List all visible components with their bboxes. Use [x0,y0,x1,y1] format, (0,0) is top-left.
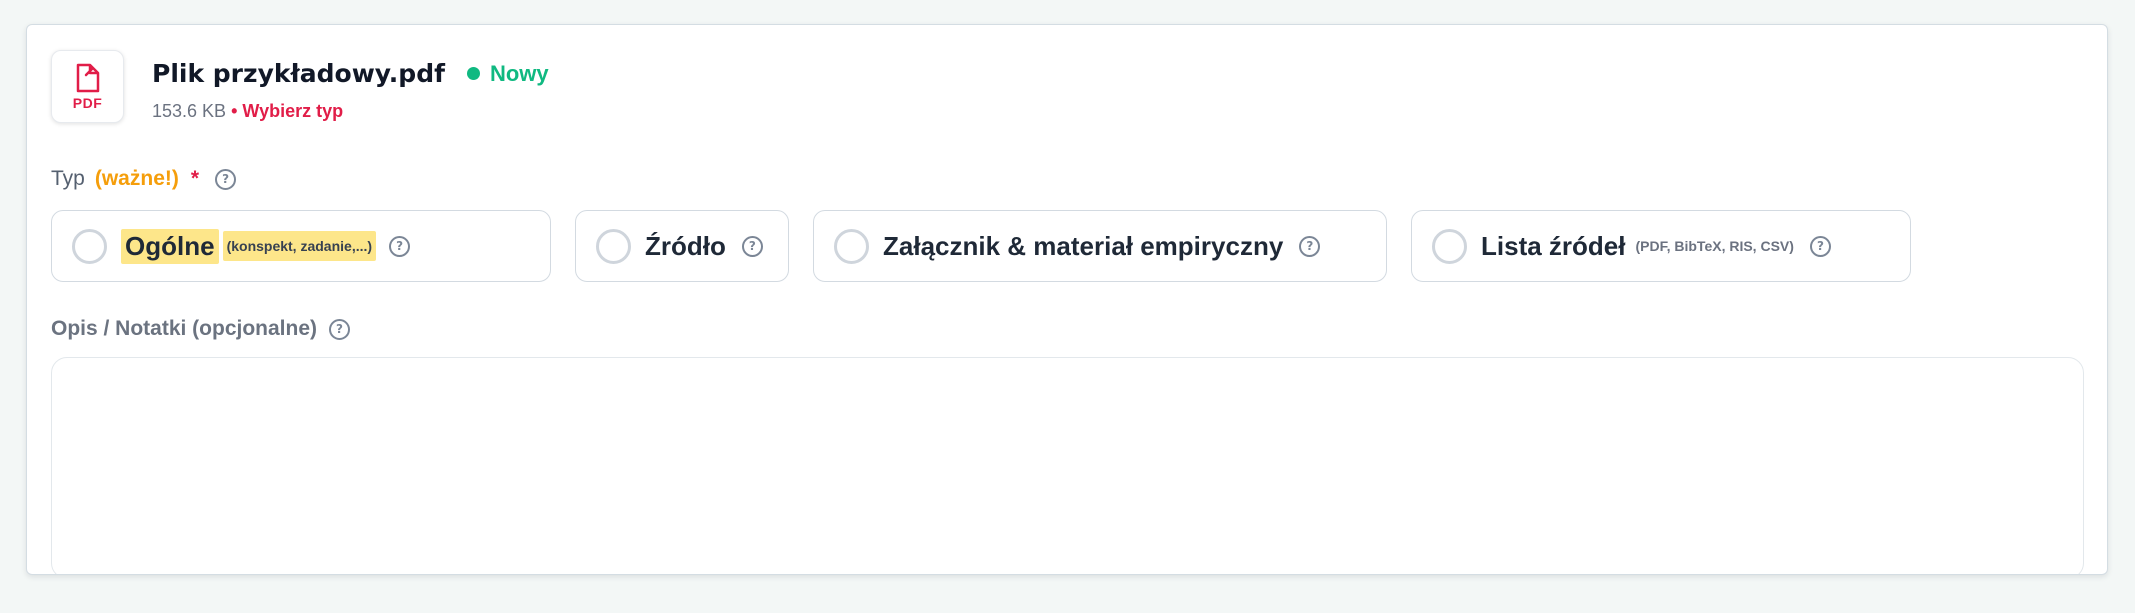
description-textarea[interactable] [51,357,2084,574]
help-icon[interactable]: ? [1299,235,1321,257]
required-marker: * [190,167,200,190]
file-name: Plik przykładowy.pdf [152,59,445,88]
file-info: Plik przykładowy.pdf Nowy 153.6 KB • Wyb… [152,59,549,122]
help-icon[interactable]: ? [741,235,763,257]
type-label: Typ [51,167,85,190]
help-icon[interactable]: ? [389,235,411,257]
type-option-attachment[interactable]: Załącznik & materiał empiryczny ? [813,210,1387,282]
help-icon[interactable]: ? [329,318,351,340]
pdf-file-icon: PDF [51,50,124,123]
option-label: Źródło [645,230,726,261]
important-note: (ważne!) [94,167,179,190]
file-header: PDF Plik przykładowy.pdf Nowy 153.6 KB •… [51,50,549,123]
help-icon[interactable]: ? [1809,235,1831,257]
file-type-label: PDF [72,94,103,111]
type-option-source-list[interactable]: Lista źródeł (PDF, BibTeX, RIS, CSV) ? [1411,210,1911,282]
status-badge: Nowy [466,60,549,87]
status-text: Nowy [489,60,549,86]
description-field-label: Opis / Notatki (opcjonalne) ? [51,317,351,341]
file-title-row: Plik przykładowy.pdf Nowy [152,59,549,88]
file-size: 153.6 KB [152,101,227,121]
radio-icon[interactable] [72,228,107,264]
option-note: (PDF, BibTeX, RIS, CSV) [1635,238,1794,254]
description-label: Opis / Notatki (opcjonalne) [51,317,318,340]
option-label: Lista źródeł [1481,230,1626,261]
meta-separator: • [231,101,238,121]
file-upload-card: PDF Plik przykładowy.pdf Nowy 153.6 KB •… [26,24,2108,575]
status-dot-icon [466,67,480,80]
file-meta: 153.6 KB • Wybierz typ [152,101,549,122]
option-note: (konspekt, zadanie,...) [222,231,377,261]
type-hint: Wybierz typ [242,101,344,121]
radio-icon[interactable] [596,228,631,264]
help-icon[interactable]: ? [215,168,237,190]
radio-icon[interactable] [1432,228,1467,264]
option-label: Ogólne [121,228,219,264]
radio-icon[interactable] [834,228,869,264]
type-field-label: Typ (ważne!) * ? [51,167,237,191]
document-icon [76,63,99,92]
type-option-source[interactable]: Źródło ? [575,210,789,282]
type-option-general[interactable]: Ogólne (konspekt, zadanie,...) ? [51,210,551,282]
option-label: Załącznik & materiał empiryczny [883,230,1284,261]
